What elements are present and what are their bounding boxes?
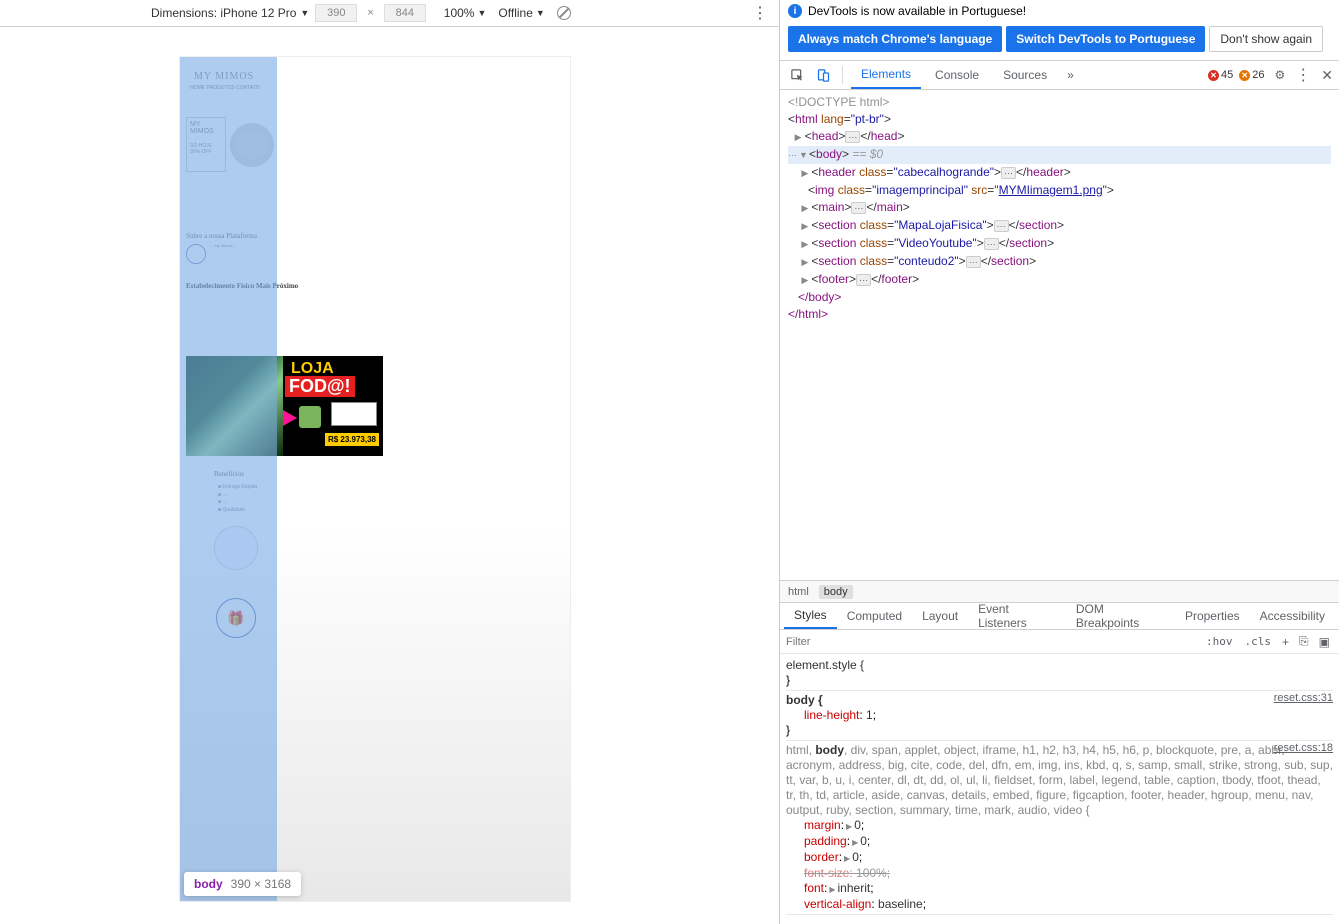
close-icon[interactable]: ✕ — [1321, 67, 1333, 84]
tab-layout[interactable]: Layout — [912, 604, 968, 628]
styles-filter-row: :hov .cls + ⎘ ▣ — [780, 630, 1339, 654]
device-viewport-panel: Dimensions: iPhone 12 Pro ▼ × 100% ▼ Off… — [0, 0, 780, 924]
hov-toggle[interactable]: :hov — [1202, 635, 1237, 648]
style-rule[interactable]: reset.css:18 html, body, div, span, appl… — [786, 741, 1333, 915]
tree-line[interactable]: <html lang="pt-br"> — [788, 111, 1331, 128]
tab-computed[interactable]: Computed — [837, 604, 912, 628]
more-tabs-icon[interactable]: » — [1061, 68, 1080, 82]
tree-line[interactable]: </body> — [788, 289, 1331, 306]
copy-styles-icon[interactable]: ⎘ — [1296, 634, 1312, 649]
tooltip-tag: body — [194, 877, 223, 891]
tree-line[interactable]: </html> — [788, 306, 1331, 323]
styles-filter-input[interactable] — [786, 636, 1198, 648]
tree-line[interactable]: ▶<header class="cabecalhogrande">⋯</head… — [788, 164, 1331, 182]
crumb-body[interactable]: body — [819, 585, 853, 599]
always-match-button[interactable]: Always match Chrome's language — [788, 26, 1002, 52]
tree-line[interactable]: <img class="imagemprincipal" src="MYMIim… — [788, 182, 1331, 199]
device-toolbar: Dimensions: iPhone 12 Pro ▼ × 100% ▼ Off… — [0, 0, 779, 27]
tree-line[interactable]: ▶<footer>⋯</footer> — [788, 271, 1331, 289]
element-tooltip: body 390 × 3168 — [184, 872, 301, 896]
info-text: DevTools is now available in Portuguese! — [808, 4, 1026, 18]
zoom-dropdown[interactable]: 100% ▼ — [444, 6, 487, 20]
settings-icon[interactable]: ⚙ — [1275, 68, 1286, 82]
add-rule-icon[interactable]: + — [1279, 635, 1292, 649]
height-input[interactable] — [384, 4, 426, 22]
inspect-overlay — [180, 57, 277, 901]
tree-line[interactable]: ▶<section class="conteudo2">⋯</section> — [788, 253, 1331, 271]
warning-count-badge[interactable]: ✕26 — [1239, 69, 1264, 81]
source-link[interactable]: reset.css:31 — [1274, 691, 1333, 706]
device-toggle-icon[interactable] — [812, 64, 834, 86]
switch-language-button[interactable]: Switch DevTools to Portuguese — [1006, 26, 1205, 52]
tooltip-dims: 390 × 3168 — [231, 877, 291, 891]
error-count-badge[interactable]: ✕45 — [1208, 69, 1233, 81]
tab-styles[interactable]: Styles — [784, 603, 837, 629]
info-bar: i DevTools is now available in Portugues… — [780, 0, 1339, 22]
kebab-menu-icon[interactable]: ⋮ — [1295, 65, 1311, 85]
dont-show-button[interactable]: Don't show again — [1209, 26, 1323, 52]
tab-elements[interactable]: Elements — [851, 61, 921, 89]
tab-properties[interactable]: Properties — [1175, 604, 1250, 628]
tree-line[interactable]: ▶<main>⋯</main> — [788, 199, 1331, 217]
toggle-pane-icon[interactable]: ▣ — [1316, 635, 1333, 649]
info-icon: i — [788, 4, 802, 18]
style-rule[interactable]: reset.css:31 body { line-height: 1; } — [786, 691, 1333, 741]
source-link[interactable]: reset.css:18 — [1274, 741, 1333, 756]
style-rule[interactable]: element.style { } — [786, 656, 1333, 691]
viewport-area: MY MIMOS HOME PRODUTOS CONTATO MY MIMOS … — [0, 27, 779, 924]
devtools-tabs: Elements Console Sources » ✕45 ✕26 ⚙ ⋮ ✕ — [780, 60, 1339, 90]
styles-pane[interactable]: element.style { } reset.css:31 body { li… — [780, 654, 1339, 924]
tree-line[interactable]: ▶<head>⋯</head> — [788, 128, 1331, 146]
inspect-icon[interactable] — [786, 64, 808, 86]
chevron-down-icon: ▼ — [536, 8, 545, 18]
width-input[interactable] — [315, 4, 357, 22]
tree-line-selected[interactable]: ⋯▼<body> == $0 — [788, 146, 1331, 164]
devtools-panel: i DevTools is now available in Portugues… — [780, 0, 1339, 924]
device-name: Dimensions: iPhone 12 Pro — [151, 6, 296, 20]
device-frame: MY MIMOS HOME PRODUTOS CONTATO MY MIMOS … — [180, 57, 570, 901]
tree-line[interactable]: ▶<section class="MapaLojaFisica">⋯</sect… — [788, 217, 1331, 235]
styles-tabs: Styles Computed Layout Event Listeners D… — [780, 602, 1339, 630]
cls-toggle[interactable]: .cls — [1241, 635, 1276, 648]
dimension-separator: × — [367, 7, 373, 19]
rotate-icon[interactable] — [557, 6, 571, 20]
chevron-down-icon: ▼ — [477, 8, 486, 18]
more-options-icon[interactable]: ⋮ — [752, 3, 767, 23]
tab-sources[interactable]: Sources — [993, 62, 1057, 88]
language-button-row: Always match Chrome's language Switch De… — [780, 22, 1339, 60]
tree-line[interactable]: <!DOCTYPE html> — [788, 94, 1331, 111]
device-dropdown[interactable]: Dimensions: iPhone 12 Pro ▼ — [151, 6, 309, 20]
chevron-down-icon: ▼ — [300, 8, 309, 18]
tab-accessibility[interactable]: Accessibility — [1250, 604, 1335, 628]
crumb-html[interactable]: html — [788, 586, 809, 598]
tab-console[interactable]: Console — [925, 62, 989, 88]
tree-line[interactable]: ▶<section class="VideoYoutube">⋯</sectio… — [788, 235, 1331, 253]
thumb-image-2: LOJA FOD@! R$ 23.973,38 — [283, 356, 383, 456]
throttle-dropdown[interactable]: Offline ▼ — [498, 6, 544, 20]
elements-tree[interactable]: <!DOCTYPE html> <html lang="pt-br"> ▶<he… — [780, 90, 1339, 580]
